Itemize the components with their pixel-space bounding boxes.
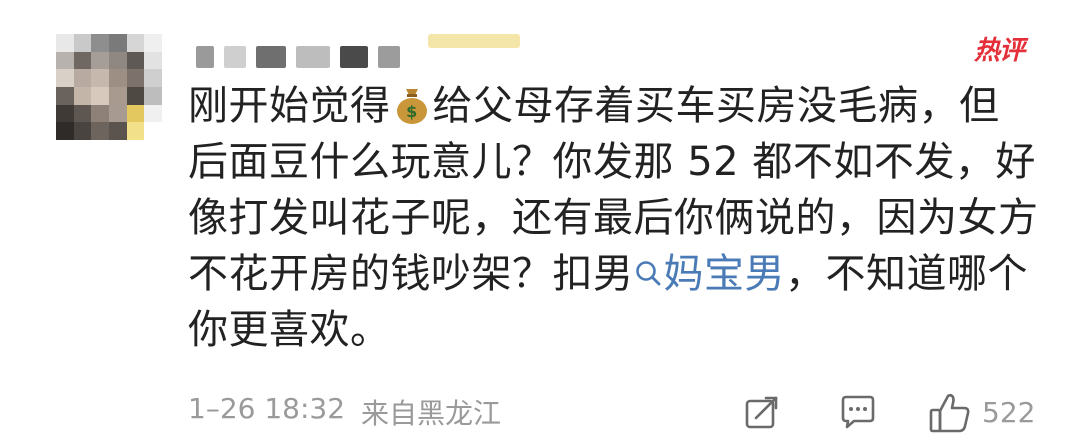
avatar-mosaic-tile xyxy=(91,104,109,123)
avatar-mosaic-tile xyxy=(56,51,74,70)
comment-line-1: 刚开始觉得 $ 给父母存着买车买房没毛病，但 xyxy=(188,78,1048,134)
avatar-mosaic-tile xyxy=(56,104,74,123)
avatar-mosaic-tile xyxy=(91,69,109,87)
avatar-mosaic-tile xyxy=(144,69,162,87)
comment-line-2: 后面豆什么玩意儿？你发那 52 都不如不发，好 xyxy=(188,139,1036,185)
comment-line-3: 像打发叫花子呢，还有最后你俩说的，因为女方 xyxy=(188,195,1039,241)
hot-comment-badge: 热评 xyxy=(974,36,1025,66)
username-blurred[interactable] xyxy=(196,34,520,72)
avatar-mosaic-tile xyxy=(126,69,145,87)
comment-text-segment: 给父母存着买车买房没毛病，但 xyxy=(432,83,1000,129)
comment-text-segment: 不花开房的钱吵架？扣男 xyxy=(188,251,634,297)
topic-link-label[interactable]: 妈宝男 xyxy=(664,251,786,297)
avatar-mosaic-tile xyxy=(73,51,92,70)
avatar-mosaic-tile xyxy=(108,51,127,70)
avatar-mosaic-tile xyxy=(56,122,74,140)
avatar-mosaic-tile xyxy=(144,122,162,140)
search-icon xyxy=(635,261,660,286)
comment-text: 刚开始觉得 $ 给父母存着买车买房没毛病，但 后面豆什么玩意儿？你发那 52 都… xyxy=(188,78,1048,358)
avatar-mosaic-tile xyxy=(126,51,145,70)
avatar-mosaic-tile xyxy=(126,86,145,105)
avatar-mosaic-tile xyxy=(108,104,127,123)
avatar-mosaic-tile xyxy=(91,122,109,140)
svg-text:$: $ xyxy=(406,102,418,121)
avatar-mosaic-tile xyxy=(56,69,74,87)
avatar-mosaic-tile xyxy=(108,122,127,140)
comment-text-segment: ，不知道哪个 xyxy=(785,251,1028,297)
avatar-mosaic-tile xyxy=(73,104,92,123)
avatar-mosaic-tile xyxy=(108,34,127,52)
comment-actions: 522 xyxy=(742,392,1062,436)
avatar-mosaic-tile xyxy=(126,122,145,140)
avatar-mosaic-tile xyxy=(73,122,92,140)
comment-line-5: 你更喜欢。 xyxy=(188,307,391,353)
money-bag-icon: $ xyxy=(396,89,427,124)
avatar-mosaic-tile xyxy=(108,86,127,105)
comment-meta: 1–26 18:32 来自黑龙江 xyxy=(188,392,501,432)
like-count: 522 xyxy=(982,396,1036,429)
avatar-mosaic-tile xyxy=(91,34,109,52)
avatar-mosaic-tile xyxy=(73,69,92,87)
avatar-mosaic-tile xyxy=(126,104,145,123)
comment-line-4: 不花开房的钱吵架？扣男 妈宝男，不知道哪个 xyxy=(188,246,1048,302)
avatar[interactable] xyxy=(56,34,162,140)
avatar-mosaic-tile xyxy=(56,34,74,52)
like-icon[interactable] xyxy=(928,392,972,434)
avatar-mosaic-tile xyxy=(73,34,92,52)
repost-icon[interactable] xyxy=(742,392,782,432)
avatar-mosaic-tile xyxy=(56,86,74,105)
avatar-mosaic-tile xyxy=(144,51,162,70)
comment-text-segment: 刚开始觉得 xyxy=(188,83,391,129)
avatar-mosaic-tile xyxy=(108,69,127,87)
avatar-mosaic-tile xyxy=(126,34,145,52)
avatar-mosaic-tile xyxy=(144,34,162,52)
user-badge xyxy=(428,34,520,48)
comment-timestamp: 1–26 18:32 xyxy=(188,392,346,425)
avatar-mosaic-tile xyxy=(144,86,162,105)
avatar-mosaic-tile xyxy=(91,51,109,70)
comment-location: 来自黑龙江 xyxy=(361,397,502,430)
avatar-mosaic-tile xyxy=(144,104,162,123)
avatar-mosaic-tile xyxy=(91,86,109,105)
comment-icon[interactable] xyxy=(838,392,878,432)
avatar-mosaic-tile xyxy=(73,86,92,105)
topic-link[interactable]: 妈宝男 xyxy=(634,251,786,297)
